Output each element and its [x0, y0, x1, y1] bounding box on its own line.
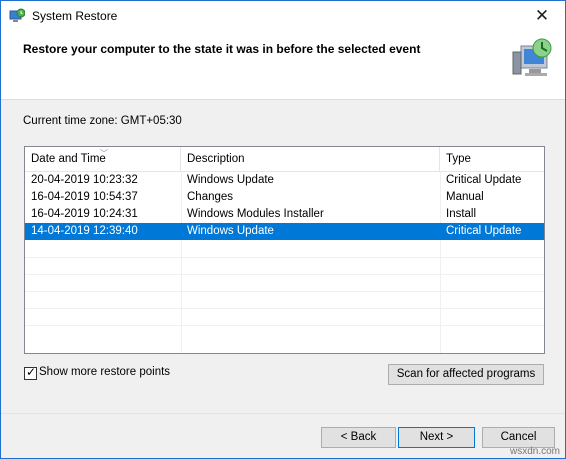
- next-button[interactable]: Next >: [398, 427, 475, 448]
- row-gridline: [25, 291, 544, 292]
- cell-type: Critical Update: [446, 174, 522, 186]
- cell-date: 14-04-2019 12:39:40: [31, 225, 138, 237]
- restore-points-list[interactable]: Date and Time ﹀ Description Type 20-04-2…: [24, 146, 545, 354]
- show-more-label[interactable]: Show more restore points: [39, 366, 170, 378]
- window-title: System Restore: [32, 9, 118, 23]
- system-restore-large-icon: [512, 38, 552, 76]
- scan-affected-programs-button[interactable]: Scan for affected programs: [388, 364, 544, 385]
- column-header-type[interactable]: Type: [440, 147, 544, 171]
- footer-divider: [1, 413, 565, 414]
- table-row-selected[interactable]: 14-04-2019 12:39:40 Windows Update Criti…: [25, 223, 544, 240]
- cell-type: Install: [446, 208, 477, 220]
- cell-description: Windows Modules Installer: [187, 208, 324, 220]
- cell-description: Windows Update: [187, 225, 274, 237]
- list-header: Date and Time ﹀ Description Type: [25, 147, 544, 172]
- table-row[interactable]: 16-04-2019 10:24:31 Windows Modules Inst…: [25, 206, 544, 223]
- cell-date: 16-04-2019 10:54:37: [31, 191, 138, 203]
- row-gridline: [25, 257, 544, 258]
- table-row[interactable]: 16-04-2019 10:54:37 Changes Manual: [25, 189, 544, 206]
- back-button[interactable]: < Back: [321, 427, 396, 448]
- column-label-type: Type: [446, 153, 471, 165]
- header-panel: Restore your computer to the state it wa…: [1, 32, 565, 100]
- page-heading: Restore your computer to the state it wa…: [23, 42, 421, 56]
- cell-date: 16-04-2019 10:24:31: [31, 208, 138, 220]
- cancel-button[interactable]: Cancel: [482, 427, 555, 448]
- sort-descending-icon: ﹀: [100, 149, 108, 158]
- close-icon: ✕: [534, 6, 550, 25]
- row-gridline: [25, 308, 544, 309]
- timezone-label: Current time zone: GMT+05:30: [23, 115, 182, 127]
- cell-type: Manual: [446, 191, 484, 203]
- column-label-description: Description: [187, 153, 245, 165]
- cell-description: Changes: [187, 191, 234, 203]
- column-header-date[interactable]: Date and Time ﹀: [25, 147, 181, 171]
- column-label-date: Date and Time: [31, 153, 106, 165]
- show-more-checkbox[interactable]: ✓: [24, 365, 37, 380]
- row-gridline: [25, 325, 544, 326]
- system-restore-icon: [9, 8, 25, 22]
- checkmark-icon: ✓: [26, 365, 37, 379]
- title-bar: System Restore ✕: [1, 1, 565, 32]
- close-button[interactable]: ✕: [519, 1, 565, 32]
- cell-type: Critical Update: [446, 225, 522, 237]
- cell-description: Windows Update: [187, 174, 274, 186]
- table-row[interactable]: 20-04-2019 10:23:32 Windows Update Criti…: [25, 172, 544, 189]
- row-gridline: [25, 274, 544, 275]
- cell-date: 20-04-2019 10:23:32: [31, 174, 138, 186]
- column-header-description[interactable]: Description: [181, 147, 440, 171]
- watermark-text: wsxdn.com: [509, 446, 560, 457]
- system-restore-window: System Restore ✕ Restore your computer t…: [0, 0, 566, 459]
